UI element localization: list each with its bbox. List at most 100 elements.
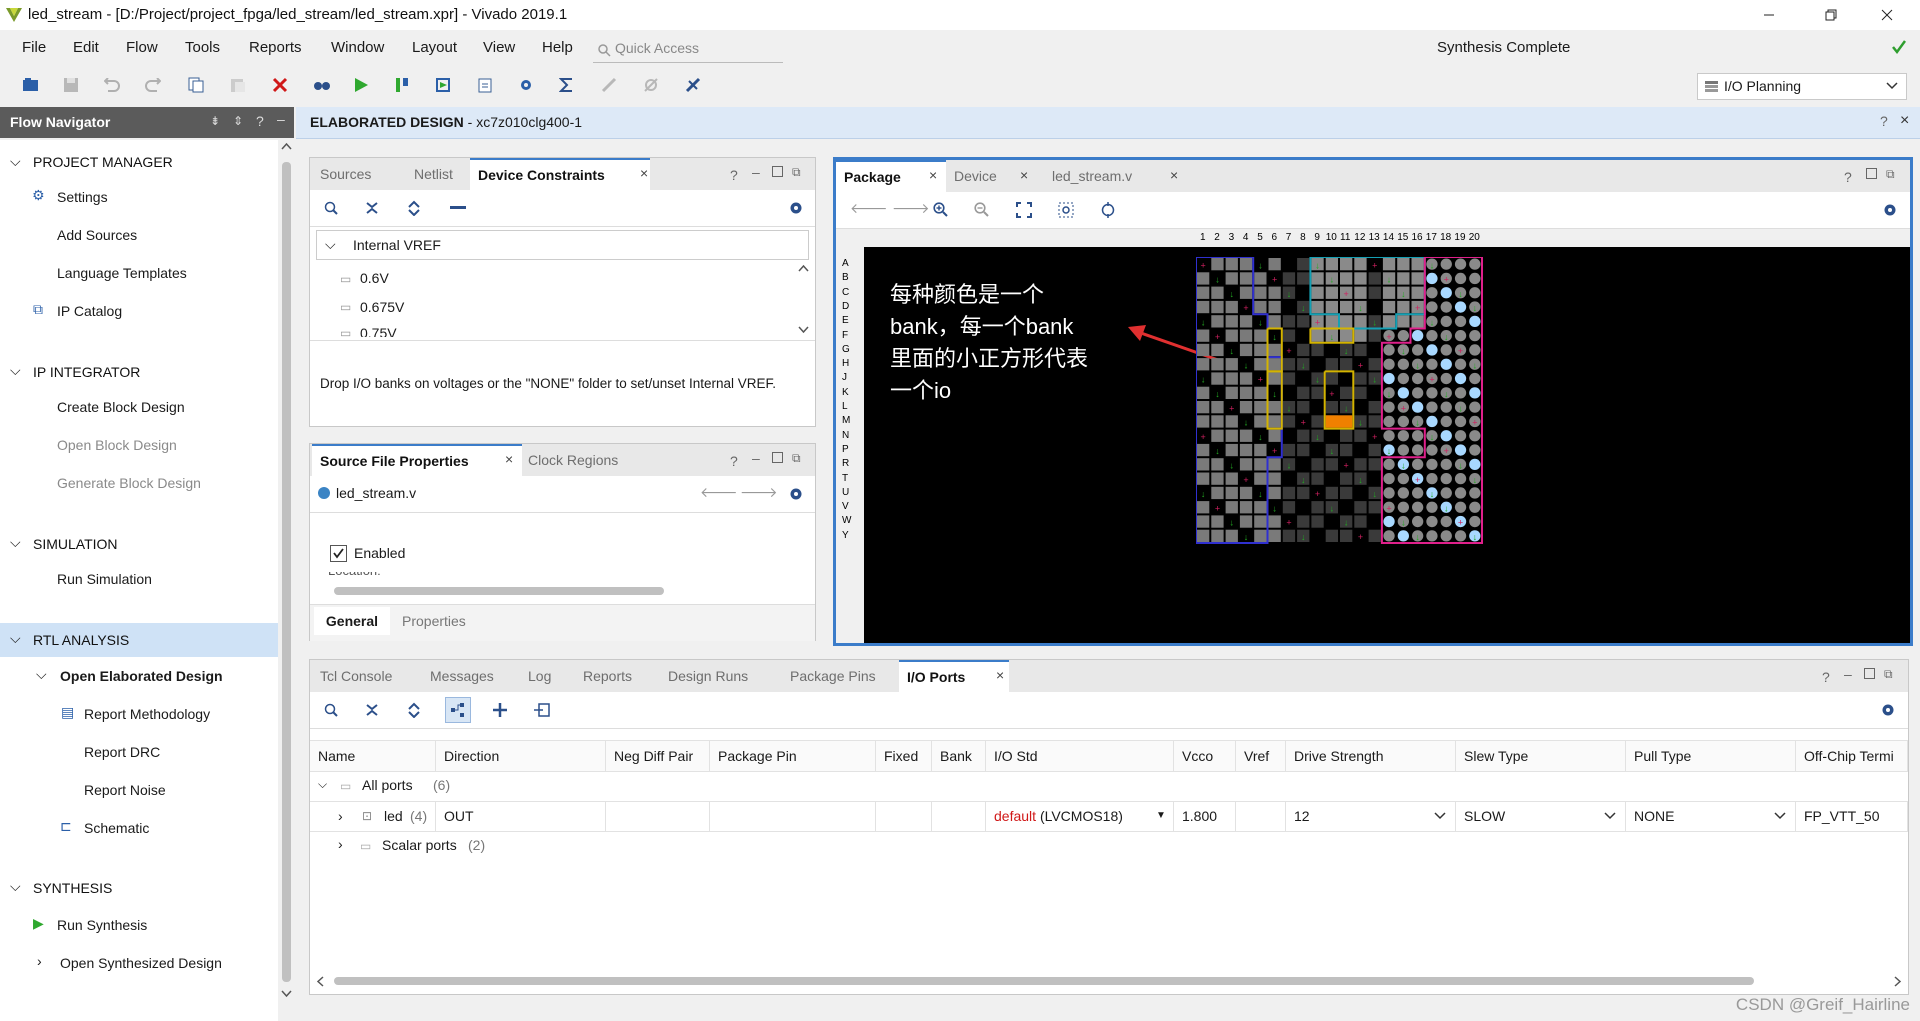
package-pin[interactable] bbox=[1268, 429, 1281, 442]
package-pin[interactable] bbox=[1397, 501, 1409, 513]
package-pin[interactable] bbox=[1211, 515, 1224, 528]
package-pin[interactable] bbox=[1426, 473, 1438, 485]
help-icon[interactable]: ? bbox=[1880, 113, 1888, 129]
package-pin[interactable] bbox=[1412, 372, 1424, 385]
package-pin[interactable] bbox=[1469, 515, 1481, 528]
tab-sources[interactable]: Sources bbox=[312, 158, 392, 190]
package-pin[interactable] bbox=[1297, 458, 1310, 471]
package-pin[interactable] bbox=[1426, 530, 1438, 542]
led-slew-type-select[interactable]: SLOW bbox=[1456, 801, 1626, 831]
minimize-button[interactable] bbox=[1746, 0, 1792, 30]
copy-icon[interactable] bbox=[185, 74, 207, 96]
package-pin[interactable] bbox=[1354, 429, 1367, 442]
package-pin[interactable] bbox=[1340, 443, 1353, 457]
package-pin[interactable] bbox=[1197, 386, 1210, 399]
col-pull-type[interactable]: Pull Type bbox=[1626, 741, 1796, 771]
package-pin[interactable] bbox=[1469, 272, 1481, 285]
debug-icon[interactable] bbox=[598, 74, 620, 96]
package-pin[interactable] bbox=[1197, 501, 1210, 514]
package-pin[interactable] bbox=[1354, 258, 1367, 271]
package-pin[interactable] bbox=[1412, 330, 1424, 342]
package-pin[interactable] bbox=[1397, 473, 1409, 485]
package-pin[interactable] bbox=[1225, 300, 1238, 314]
package-pin[interactable] bbox=[1197, 515, 1210, 528]
package-pin[interactable] bbox=[1239, 315, 1253, 328]
package-pin[interactable] bbox=[1426, 272, 1438, 285]
package-pin[interactable] bbox=[1368, 300, 1381, 314]
package-pin[interactable] bbox=[1225, 372, 1238, 385]
package-pin[interactable] bbox=[1239, 501, 1253, 514]
package-pin[interactable] bbox=[1211, 415, 1224, 428]
col-fixed[interactable]: Fixed bbox=[876, 741, 932, 771]
package-pin[interactable] bbox=[1412, 430, 1424, 442]
package-pin[interactable] bbox=[1225, 315, 1238, 328]
package-pin[interactable] bbox=[1454, 272, 1467, 285]
nav-language-templates[interactable]: Language Templates bbox=[57, 265, 187, 281]
close-tab-icon[interactable]: × bbox=[640, 165, 648, 181]
package-pin[interactable] bbox=[1368, 272, 1381, 285]
package-pin[interactable] bbox=[1440, 401, 1452, 413]
section-synthesis[interactable]: SYNTHESIS bbox=[33, 880, 112, 896]
package-pin[interactable] bbox=[1412, 387, 1424, 399]
package-pin[interactable] bbox=[1254, 343, 1267, 357]
package-pin[interactable] bbox=[1297, 443, 1310, 457]
package-pin[interactable] bbox=[1340, 358, 1353, 371]
package-pin[interactable] bbox=[1426, 458, 1438, 470]
package-pin[interactable] bbox=[1239, 486, 1253, 500]
package-pin[interactable] bbox=[1454, 430, 1467, 442]
package-pin[interactable] bbox=[1268, 529, 1281, 542]
led-neg-diff-pair[interactable] bbox=[606, 801, 710, 831]
package-pin[interactable] bbox=[1239, 286, 1253, 299]
package-pin-grid[interactable]: + ↓ ↓ + ↓ ↓ + ↓ ↓ + ↓ ↓ + ↓ ↓ + ↓ ↓ + ↓ ↓ ↓ + ↓ ↓ + ↓ ↓ + ↓ ↓ + ↓ ↓ + ↓ ↓ + ↓ ↓… bbox=[1196, 257, 1486, 547]
menu-help[interactable]: Help bbox=[542, 39, 573, 56]
package-pin[interactable] bbox=[1211, 315, 1224, 328]
tab-device-constraints[interactable]: Device Constraints bbox=[470, 158, 650, 190]
package-pin[interactable] bbox=[1282, 329, 1296, 342]
package-pin[interactable] bbox=[1239, 443, 1253, 457]
chevron-right-icon[interactable]: › bbox=[37, 953, 42, 969]
package-pin[interactable] bbox=[1383, 473, 1395, 485]
package-pin[interactable] bbox=[1297, 386, 1310, 399]
package-pin[interactable] bbox=[1254, 472, 1267, 485]
package-pin[interactable] bbox=[1368, 286, 1381, 299]
package-pin[interactable] bbox=[1383, 530, 1395, 542]
package-pin[interactable] bbox=[1454, 501, 1467, 513]
package-pin[interactable] bbox=[1211, 401, 1224, 414]
close-button[interactable] bbox=[1864, 0, 1910, 30]
package-pin[interactable] bbox=[1268, 286, 1281, 299]
package-pin[interactable] bbox=[1469, 387, 1481, 399]
package-pin[interactable] bbox=[1354, 501, 1367, 514]
col-vref[interactable]: Vref bbox=[1236, 741, 1286, 771]
led-drive-strength-select[interactable]: 12 bbox=[1286, 801, 1456, 831]
package-pin[interactable] bbox=[1225, 329, 1238, 342]
package-pin[interactable] bbox=[1469, 458, 1481, 470]
forward-arrow-icon[interactable]: 🡒 bbox=[740, 484, 778, 501]
col-vcco[interactable]: Vcco bbox=[1174, 741, 1236, 771]
package-pin[interactable] bbox=[1469, 401, 1481, 413]
package-pin[interactable] bbox=[1340, 429, 1353, 442]
chevron-down-icon[interactable]: ⌵ bbox=[10, 878, 21, 895]
package-pin[interactable] bbox=[1254, 286, 1267, 299]
restore-button[interactable] bbox=[1808, 0, 1854, 30]
package-pin[interactable] bbox=[1297, 486, 1310, 500]
package-pin[interactable] bbox=[1197, 272, 1210, 285]
package-pin[interactable] bbox=[1411, 272, 1424, 285]
maximize-icon[interactable] bbox=[1864, 668, 1875, 679]
package-pin[interactable] bbox=[1397, 258, 1410, 271]
package-pin[interactable] bbox=[1397, 272, 1410, 285]
package-pin[interactable] bbox=[1397, 300, 1410, 314]
run-icon[interactable] bbox=[350, 74, 372, 96]
package-pin[interactable] bbox=[1239, 329, 1253, 342]
package-pin[interactable] bbox=[1383, 487, 1395, 499]
package-pin[interactable] bbox=[1469, 430, 1481, 442]
package-pin[interactable] bbox=[1297, 258, 1310, 271]
nav-open-synthesized-design[interactable]: Open Synthesized Design bbox=[60, 955, 222, 971]
package-pin[interactable] bbox=[1440, 315, 1452, 327]
package-pin[interactable] bbox=[1340, 501, 1353, 514]
package-pin[interactable] bbox=[1225, 429, 1238, 442]
package-pin[interactable] bbox=[1311, 529, 1324, 542]
package-pin[interactable] bbox=[1412, 458, 1424, 470]
tab-led-stream-v[interactable]: led_stream.v bbox=[1044, 160, 1174, 192]
tab-design-runs[interactable]: Design Runs bbox=[660, 660, 775, 692]
help-icon[interactable]: ? bbox=[730, 167, 738, 183]
